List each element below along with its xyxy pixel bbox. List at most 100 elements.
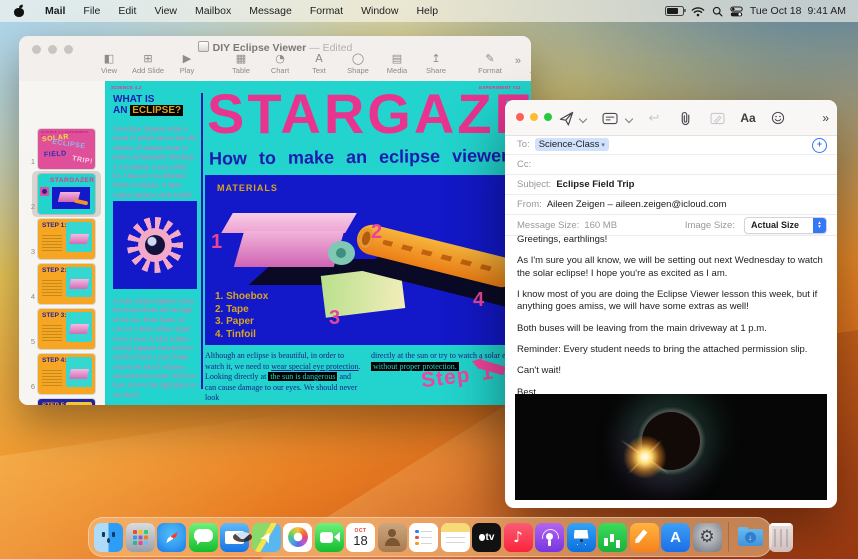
from-field[interactable]: From: Aileen Zeigen – aileen.zeigen@iclo… bbox=[505, 195, 837, 215]
send-button[interactable] bbox=[555, 108, 577, 128]
slide-thumbnail-7[interactable]: STEP 5: bbox=[38, 399, 95, 405]
close-button[interactable] bbox=[516, 113, 524, 121]
cc-field[interactable]: Cc: bbox=[505, 155, 837, 175]
mail-message-body[interactable]: Greetings, earthlings! As I'm sure you a… bbox=[517, 234, 827, 420]
keynote-title-bar[interactable]: DIY Eclipse Viewer — Edited ◧ View ⊞ Add S… bbox=[19, 36, 531, 82]
menu-file[interactable]: File bbox=[74, 5, 109, 17]
menu-help[interactable]: Help bbox=[407, 5, 447, 17]
slide-subtitle: How to make an eclipse viewer! bbox=[208, 145, 515, 169]
dock-item-keynote[interactable] bbox=[566, 522, 596, 552]
dock-item-notes[interactable] bbox=[440, 522, 470, 552]
slide-number: 2 bbox=[30, 202, 35, 211]
header-fields-chevron-icon[interactable] bbox=[626, 116, 633, 123]
mail-toolbar: ↩ Aa » bbox=[555, 108, 829, 128]
wifi-icon[interactable] bbox=[691, 6, 705, 17]
toolbar-view-button[interactable]: ◧ View bbox=[97, 53, 121, 75]
size-row: Message Size: 160 MB Image Size: Actual … bbox=[505, 215, 837, 236]
battery-icon[interactable] bbox=[664, 6, 686, 16]
dock-item-calendar[interactable]: OCT 18 bbox=[346, 522, 375, 552]
dock-item-contacts[interactable] bbox=[377, 522, 407, 552]
dock-item-reminders[interactable] bbox=[409, 522, 438, 552]
dock-item-photos[interactable] bbox=[283, 522, 312, 552]
zoom-button[interactable] bbox=[544, 113, 552, 121]
media-icon: ▤ bbox=[391, 52, 403, 65]
mail-compose-window[interactable]: ↩ Aa » To: Science-Class ▾ + Cc: Subject:… bbox=[505, 100, 837, 508]
dock-item-pages[interactable] bbox=[629, 522, 659, 552]
mail-title-bar[interactable]: ↩ Aa » bbox=[505, 100, 837, 136]
toolbar-play-button[interactable]: ▶ Play bbox=[175, 53, 199, 75]
control-center-icon[interactable] bbox=[730, 6, 743, 17]
eclipse-photo-attachment[interactable] bbox=[515, 394, 827, 500]
dock-item-facetime[interactable] bbox=[314, 522, 344, 552]
menu-format[interactable]: Format bbox=[301, 5, 352, 17]
menu-mailbox[interactable]: Mailbox bbox=[186, 5, 240, 17]
toolbar-add-slide-button[interactable]: ⊞ Add Slide bbox=[132, 53, 164, 75]
toolbar-text-button[interactable]: A Text bbox=[307, 53, 331, 75]
add-recipient-button[interactable]: + bbox=[812, 138, 827, 153]
dock-item-trash[interactable] bbox=[769, 522, 793, 552]
calendar-day: 18 bbox=[353, 533, 368, 548]
menu-view[interactable]: View bbox=[145, 5, 186, 17]
apple-menu-icon[interactable] bbox=[14, 6, 24, 17]
toolbar-shape-button[interactable]: ◯ Shape bbox=[346, 53, 370, 75]
header-fields-button[interactable] bbox=[597, 108, 623, 128]
callout-number-1: 1 bbox=[211, 231, 223, 253]
thumb-sun-art bbox=[40, 187, 49, 196]
dock-item-finder[interactable] bbox=[94, 522, 123, 552]
message-size-value: 160 MB bbox=[584, 219, 618, 231]
subject-field[interactable]: Subject: Eclipse Field Trip bbox=[505, 175, 837, 195]
attach-file-button[interactable] bbox=[669, 108, 701, 128]
menu-edit[interactable]: Edit bbox=[109, 5, 145, 17]
slide-thumbnail-6[interactable]: STEP 4: bbox=[38, 354, 95, 394]
sidebar-view-icon: ◧ bbox=[103, 52, 115, 65]
send-options-chevron-icon[interactable] bbox=[580, 116, 587, 123]
menu-clock[interactable]: Tue Oct 18 9:41 AM bbox=[750, 5, 846, 17]
menu-window[interactable]: Window bbox=[352, 5, 407, 17]
format-text-button[interactable]: Aa bbox=[733, 108, 763, 128]
dock-item-maps[interactable] bbox=[251, 522, 281, 552]
dock-item-launchpad[interactable] bbox=[125, 522, 155, 552]
dock-item-app-store[interactable]: A bbox=[661, 522, 690, 552]
body-paragraph: Can't wait! bbox=[517, 365, 562, 377]
keynote-window[interactable]: DIY Eclipse Viewer — Edited ◧ View ⊞ Add S… bbox=[19, 36, 531, 405]
slide-thumbnail-4[interactable]: STEP 2: bbox=[38, 264, 95, 304]
shape-icon: ◯ bbox=[351, 52, 365, 65]
slide-thumbnail-1[interactable]: SCIENCE 4.2 EXPERIMENT #11 SOLAR ECLIPSE… bbox=[38, 129, 95, 169]
play-icon: ▶ bbox=[182, 52, 192, 65]
slide-canvas[interactable]: SCIENCE 4.2 EXPERIMENT #11 WHAT IS AN EC… bbox=[105, 81, 531, 405]
dock-item-music[interactable]: ♪ bbox=[503, 522, 533, 552]
toolbar-table-button[interactable]: ▦ Table bbox=[229, 53, 253, 75]
slide-thumbnail-2[interactable]: STARGAZER bbox=[38, 174, 95, 214]
toolbar-format-button[interactable]: ✎ Format bbox=[478, 53, 502, 75]
minimize-button[interactable] bbox=[530, 113, 538, 121]
dock-item-podcasts[interactable] bbox=[535, 522, 564, 552]
image-size-dropdown[interactable]: Actual Size ▲ ▼ bbox=[743, 216, 827, 234]
dock-item-system-settings[interactable]: ⚙ bbox=[692, 522, 722, 552]
dock-item-safari[interactable] bbox=[157, 522, 186, 552]
slide-thumbnail-5[interactable]: STEP 3: bbox=[38, 309, 95, 349]
toolbar-chart-button[interactable]: ◔ Chart bbox=[268, 53, 292, 75]
toolbar-overflow-icon[interactable]: » bbox=[515, 55, 521, 67]
recipient-token[interactable]: Science-Class ▾ bbox=[534, 138, 609, 151]
dock-item-numbers[interactable] bbox=[598, 522, 627, 552]
slide-navigator[interactable]: 1 SCIENCE 4.2 EXPERIMENT #11 SOLAR ECLIP… bbox=[19, 81, 106, 405]
slide-main-title: STARGAZER bbox=[207, 82, 531, 145]
toolbar-overflow-icon[interactable]: » bbox=[822, 108, 829, 128]
dock-item-messages[interactable] bbox=[188, 522, 218, 552]
menu-message[interactable]: Message bbox=[240, 5, 301, 17]
spotlight-search-icon[interactable] bbox=[712, 6, 723, 17]
menu-bar: Mail File Edit View Mailbox Message Form… bbox=[0, 0, 858, 22]
slide-thumbnail-3[interactable]: STEP 1: bbox=[38, 219, 95, 259]
dock-item-downloads[interactable]: ↓ bbox=[736, 523, 765, 552]
to-field[interactable]: To: Science-Class ▾ + bbox=[505, 135, 837, 155]
format-brush-icon: ✎ bbox=[485, 52, 495, 65]
desktop: Mail File Edit View Mailbox Message Form… bbox=[0, 0, 858, 559]
toolbar-share-button[interactable]: ↥ Share bbox=[424, 53, 448, 75]
dock-item-tv[interactable]: tv bbox=[472, 522, 501, 552]
toolbar-media-button[interactable]: ▤ Media bbox=[385, 53, 409, 75]
document-icon bbox=[197, 41, 209, 52]
emoji-button[interactable] bbox=[763, 108, 793, 128]
from-value: Aileen Zeigen – aileen.zeigen@icloud.com bbox=[546, 199, 727, 210]
dock-item-mail[interactable] bbox=[220, 522, 252, 552]
menu-app-name[interactable]: Mail bbox=[36, 5, 74, 17]
